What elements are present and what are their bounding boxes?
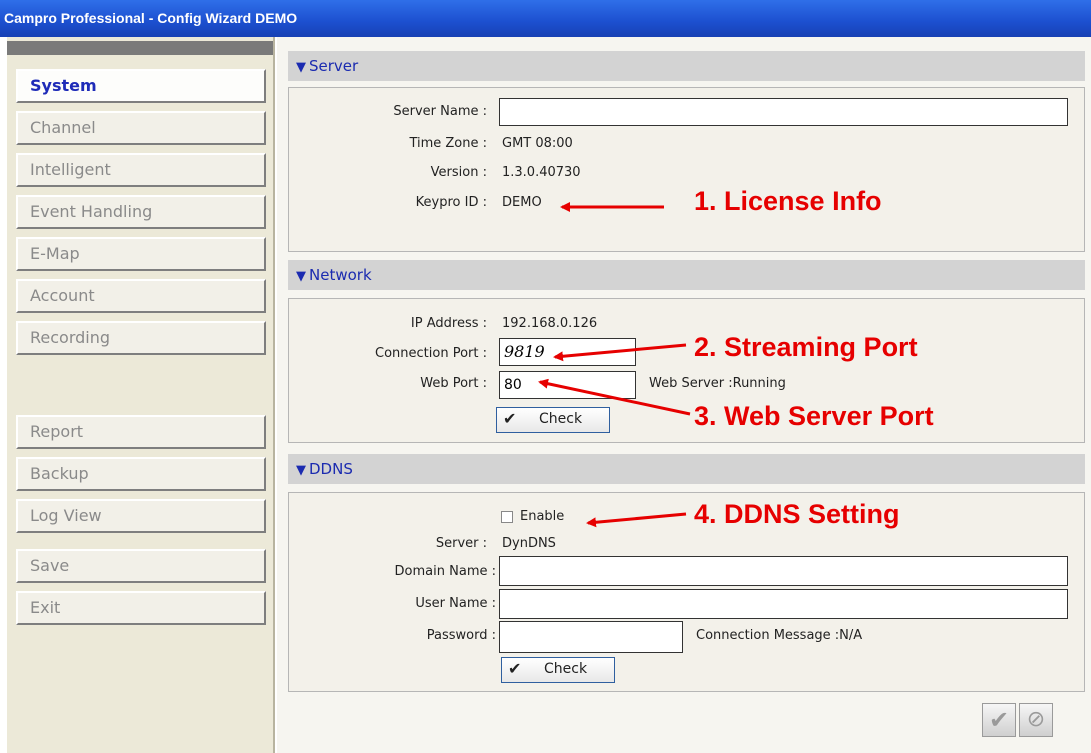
web-port-input[interactable]: 80 <box>499 371 636 399</box>
section-marker-icon: ▼ <box>296 269 306 284</box>
nav-exit[interactable]: Exit <box>16 591 266 625</box>
cancel-circle-icon[interactable]: ⊘ <box>1019 703 1053 737</box>
user-name-label: User Name : <box>415 596 496 611</box>
ddns-enable-label: Enable <box>520 509 565 524</box>
nav-save[interactable]: Save <box>16 549 266 583</box>
version-value: 1.3.0.40730 <box>502 165 581 180</box>
ddns-section-header: ▼ DDNS <box>288 454 1085 484</box>
connection-port-input[interactable]: 9819 <box>499 338 636 366</box>
ddns-header-label: DDNS <box>309 460 353 478</box>
annotation-web-server-port: 3. Web Server Port <box>694 401 934 431</box>
sidebar: System Channel Intelligent Event Handlin… <box>7 37 275 753</box>
web-port-label: Web Port : <box>420 376 487 391</box>
nav-log-view[interactable]: Log View <box>16 499 266 533</box>
server-name-input[interactable] <box>499 98 1068 126</box>
web-server-status: Web Server :Running <box>649 376 786 391</box>
ddns-server-label: Server : <box>435 536 487 551</box>
nav-backup[interactable]: Backup <box>16 457 266 491</box>
main-content: ▼ Server Server Name : Time Zone : GMT 08… <box>277 37 1091 753</box>
nav-report[interactable]: Report <box>16 415 266 449</box>
server-section-header: ▼ Server <box>288 51 1085 81</box>
nav-account[interactable]: Account <box>16 279 266 313</box>
password-label: Password : <box>426 628 496 643</box>
ip-address-label: IP Address : <box>410 316 487 331</box>
nav-recording[interactable]: Recording <box>16 321 266 355</box>
time-zone-label: Time Zone : <box>409 136 487 151</box>
time-zone-value: GMT 08:00 <box>502 136 573 151</box>
network-panel: IP Address : 192.168.0.126 Connection Po… <box>288 298 1085 443</box>
server-panel: Server Name : Time Zone : GMT 08:00 Vers… <box>288 87 1085 252</box>
ddns-panel: Enable Server : DynDNS Domain Name : Use… <box>288 492 1085 692</box>
connection-message: Connection Message :N/A <box>696 628 863 643</box>
keypro-id-value: DEMO <box>502 195 542 210</box>
connection-port-label: Connection Port : <box>375 346 487 361</box>
network-section-header: ▼ Network <box>288 260 1085 290</box>
annotation-ddns-setting: 4. DDNS Setting <box>694 499 900 529</box>
network-header-label: Network <box>309 266 372 284</box>
check-tick-icon: ✔ <box>508 659 522 678</box>
domain-name-input[interactable] <box>499 556 1068 586</box>
network-check-button[interactable]: ✔ Check <box>496 407 610 433</box>
section-marker-icon: ▼ <box>296 60 306 75</box>
ip-address-value: 192.168.0.126 <box>502 316 598 331</box>
network-check-label: Check <box>539 411 583 427</box>
password-input[interactable] <box>499 621 683 653</box>
ddns-check-label: Check <box>544 661 588 677</box>
nav-event-handling[interactable]: Event Handling <box>16 195 266 229</box>
version-label: Version : <box>430 165 487 180</box>
nav-system[interactable]: System <box>16 69 266 103</box>
nav-channel[interactable]: Channel <box>16 111 266 145</box>
keypro-id-label: Keypro ID : <box>415 195 487 210</box>
annotation-license-info: 1. License Info <box>694 186 882 216</box>
annotation-streaming-port: 2. Streaming Port <box>694 332 918 362</box>
server-header-label: Server <box>309 57 359 75</box>
ddns-check-button[interactable]: ✔ Check <box>501 657 615 683</box>
section-marker-icon: ▼ <box>296 463 306 478</box>
sidebar-top-bar <box>7 41 273 55</box>
ok-check-icon[interactable]: ✔ <box>982 703 1016 737</box>
server-name-label: Server Name : <box>393 104 487 119</box>
ddns-enable-checkbox[interactable] <box>501 511 513 523</box>
ddns-server-value: DynDNS <box>502 536 556 551</box>
domain-name-label: Domain Name : <box>394 564 496 579</box>
user-name-input[interactable] <box>499 589 1068 619</box>
nav-e-map[interactable]: E-Map <box>16 237 266 271</box>
nav-intelligent[interactable]: Intelligent <box>16 153 266 187</box>
window-title: Campro Professional - Config Wizard DEMO <box>0 0 1091 37</box>
check-tick-icon: ✔ <box>503 409 517 428</box>
